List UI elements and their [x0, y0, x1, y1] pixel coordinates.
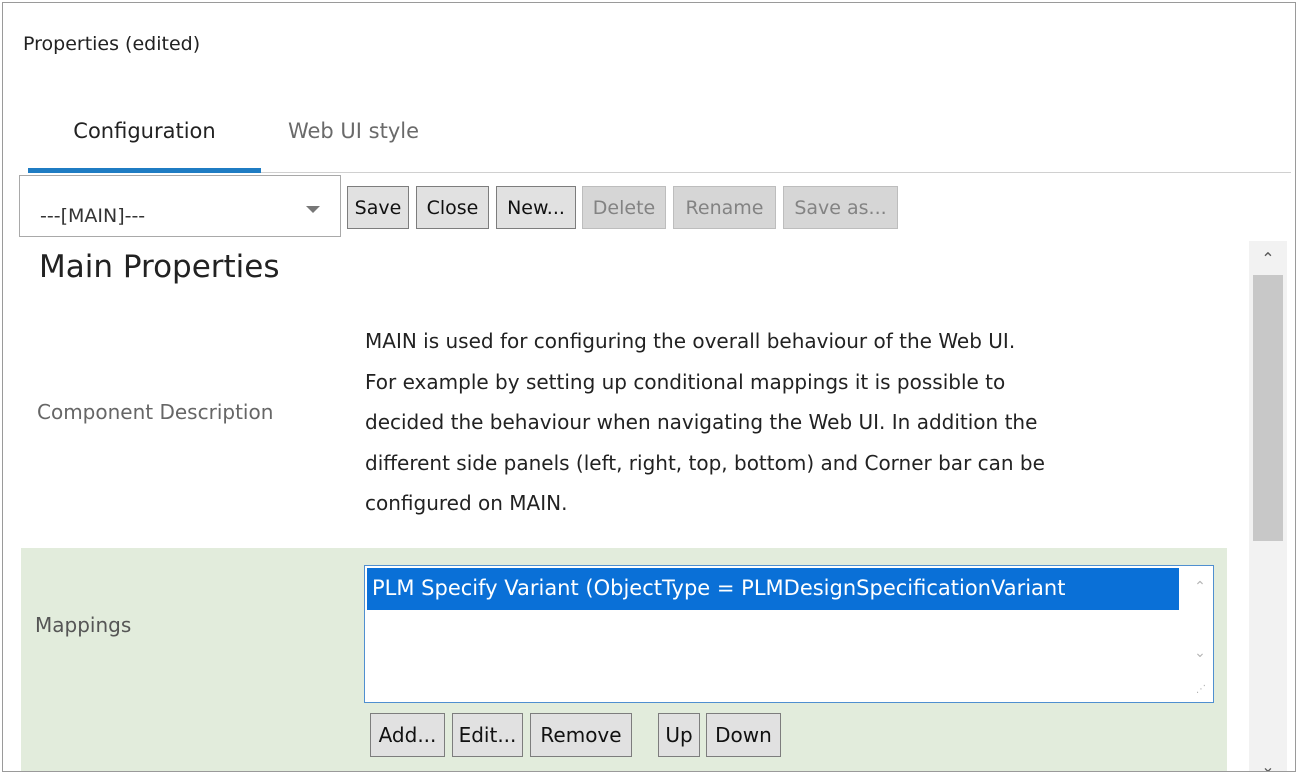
chevron-down-icon	[306, 206, 320, 213]
resize-grip-icon[interactable]: ⋰	[1195, 684, 1207, 696]
save-as-button[interactable]: Save as...	[783, 186, 898, 229]
description-line: different side panels (left, right, top,…	[365, 450, 1045, 475]
component-description: MAIN is used for configuring the overall…	[365, 321, 1205, 524]
delete-button[interactable]: Delete	[582, 186, 666, 229]
description-line: For example by setting up conditional ma…	[365, 369, 1006, 394]
close-button[interactable]: Close	[416, 186, 489, 229]
section-title: Main Properties	[39, 249, 280, 285]
tab-configuration[interactable]: Configuration	[28, 98, 261, 172]
rename-button[interactable]: Rename	[673, 186, 776, 229]
description-line: decided the behaviour when navigating th…	[365, 410, 1038, 434]
add-mapping-button[interactable]: Add...	[370, 713, 445, 757]
chevron-up-icon[interactable]: ⌃	[1193, 580, 1207, 594]
properties-window: Properties (edited) Configuration Web UI…	[2, 2, 1296, 772]
save-button[interactable]: Save	[347, 186, 409, 229]
chevron-up-icon[interactable]: ⌃	[1249, 245, 1287, 273]
tab-web-ui-style[interactable]: Web UI style	[261, 98, 446, 172]
chevron-down-icon[interactable]: ⌄	[1249, 753, 1287, 771]
chevron-down-icon[interactable]: ⌄	[1193, 646, 1207, 660]
window-title: Properties (edited)	[23, 33, 201, 55]
scrollbar-thumb[interactable]	[1253, 275, 1283, 541]
edit-mapping-button[interactable]: Edit...	[452, 713, 523, 757]
component-select-value: ---[MAIN]---	[40, 205, 146, 227]
new-button[interactable]: New...	[496, 186, 576, 229]
description-line: configured on MAIN.	[365, 491, 568, 515]
component-description-label: Component Description	[37, 400, 274, 424]
remove-mapping-button[interactable]: Remove	[530, 713, 632, 757]
move-down-button[interactable]: Down	[706, 713, 781, 757]
tab-divider	[261, 172, 1291, 173]
vertical-scrollbar[interactable]: ⌃ ⌄	[1249, 241, 1287, 771]
mappings-label: Mappings	[35, 613, 132, 637]
component-select[interactable]: ---[MAIN]---	[19, 175, 341, 237]
move-up-button[interactable]: Up	[658, 713, 700, 757]
mapping-list-item[interactable]: PLM Specify Variant (ObjectType = PLMDes…	[367, 568, 1179, 610]
active-tab-indicator	[28, 168, 261, 173]
mappings-listbox[interactable]: PLM Specify Variant (ObjectType = PLMDes…	[364, 565, 1214, 703]
description-line: MAIN is used for configuring the overall…	[365, 329, 1016, 353]
